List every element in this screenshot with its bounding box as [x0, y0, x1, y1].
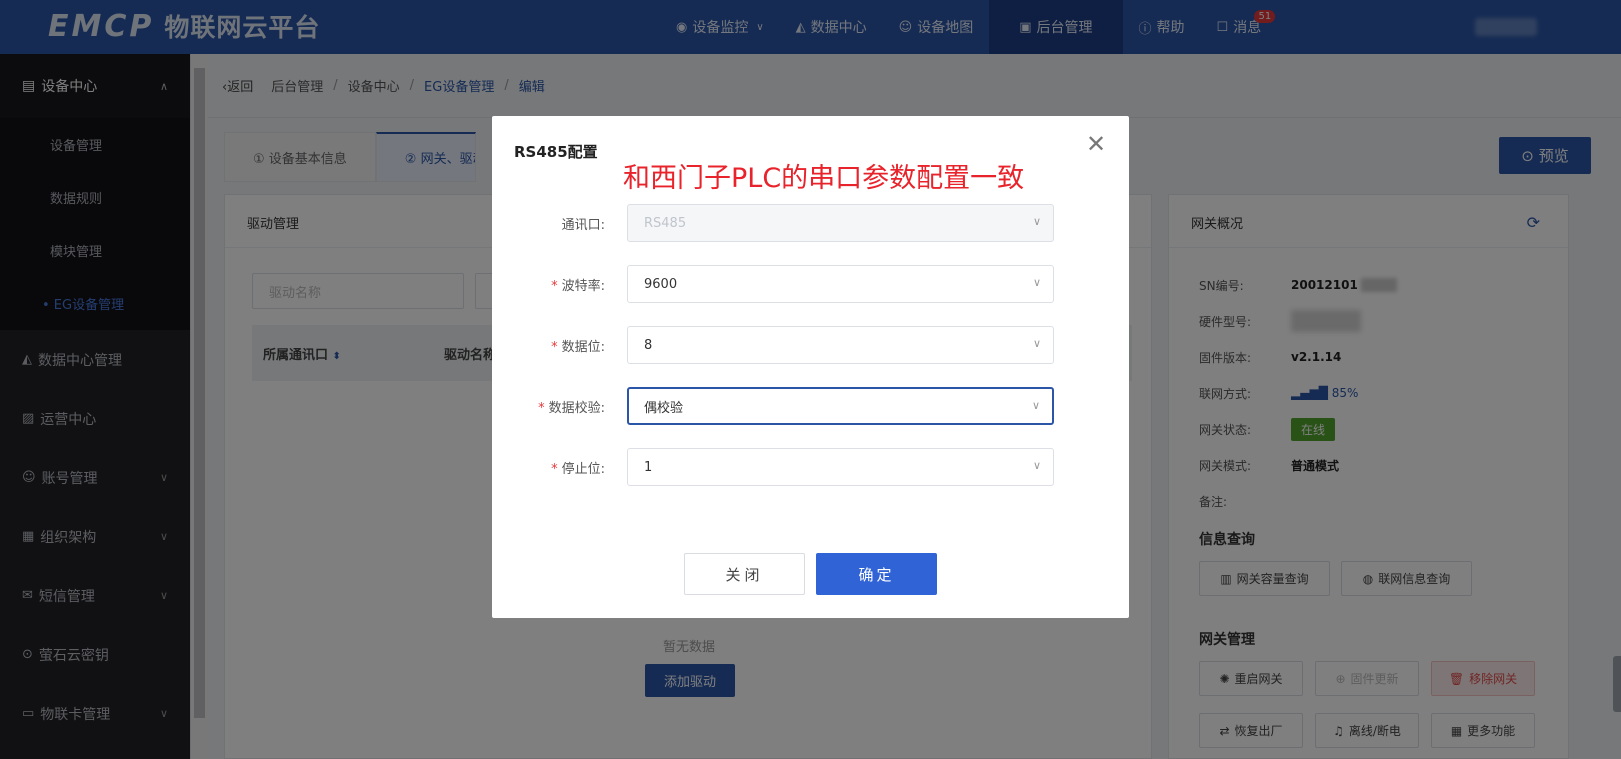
label-text: 波特率:: [561, 279, 605, 294]
parity-select[interactable]: 偶校验 ∨: [627, 387, 1054, 425]
close-icon[interactable]: ✕: [1086, 130, 1106, 158]
chevron-down-icon: ∨: [1031, 399, 1040, 412]
data-bits-select[interactable]: 8 ∨: [627, 326, 1054, 364]
label-text: 数据位:: [561, 340, 605, 355]
baud-rate-select[interactable]: 9600 ∨: [627, 265, 1054, 303]
field-port: 通讯口: RS485 ∨: [492, 204, 1129, 242]
field-baud-rate: * 波特率: 9600 ∨: [492, 265, 1129, 303]
port-select: RS485 ∨: [627, 204, 1054, 242]
field-label: * 数据校验:: [538, 397, 605, 416]
chevron-down-icon: ∨: [1032, 215, 1041, 228]
field-label: * 数据位:: [551, 336, 605, 355]
select-value: 9600: [644, 276, 678, 292]
dialog-title: RS485配置: [514, 143, 598, 161]
select-value: RS485: [644, 215, 687, 231]
required-mark: *: [551, 340, 558, 355]
field-parity: * 数据校验: 偶校验 ∨: [492, 387, 1129, 425]
select-value: 1: [644, 459, 653, 475]
required-mark: *: [551, 462, 558, 477]
annotation-note: 和西门子PLC的串口参数配置一致: [623, 163, 1025, 194]
chevron-down-icon: ∨: [1032, 276, 1041, 289]
select-value: 8: [644, 337, 653, 353]
select-value: 偶校验: [644, 400, 684, 416]
stop-bits-select[interactable]: 1 ∨: [627, 448, 1054, 486]
confirm-button[interactable]: 确定: [816, 553, 937, 595]
field-label: * 波特率:: [551, 275, 605, 294]
required-mark: *: [551, 279, 558, 294]
required-mark: *: [538, 401, 545, 416]
rs485-config-dialog: RS485配置 和西门子PLC的串口参数配置一致 ✕ 通讯口: RS485 ∨ …: [492, 116, 1129, 618]
label-text: 通讯口:: [561, 218, 605, 233]
close-button[interactable]: 关闭: [684, 553, 805, 595]
chevron-down-icon: ∨: [1032, 337, 1041, 350]
field-data-bits: * 数据位: 8 ∨: [492, 326, 1129, 364]
field-label: 通讯口:: [562, 214, 605, 233]
label-text: 停止位:: [561, 462, 605, 477]
chevron-down-icon: ∨: [1032, 459, 1041, 472]
field-stop-bits: * 停止位: 1 ∨: [492, 448, 1129, 486]
field-label: * 停止位:: [551, 458, 605, 477]
label-text: 数据校验:: [548, 401, 605, 416]
